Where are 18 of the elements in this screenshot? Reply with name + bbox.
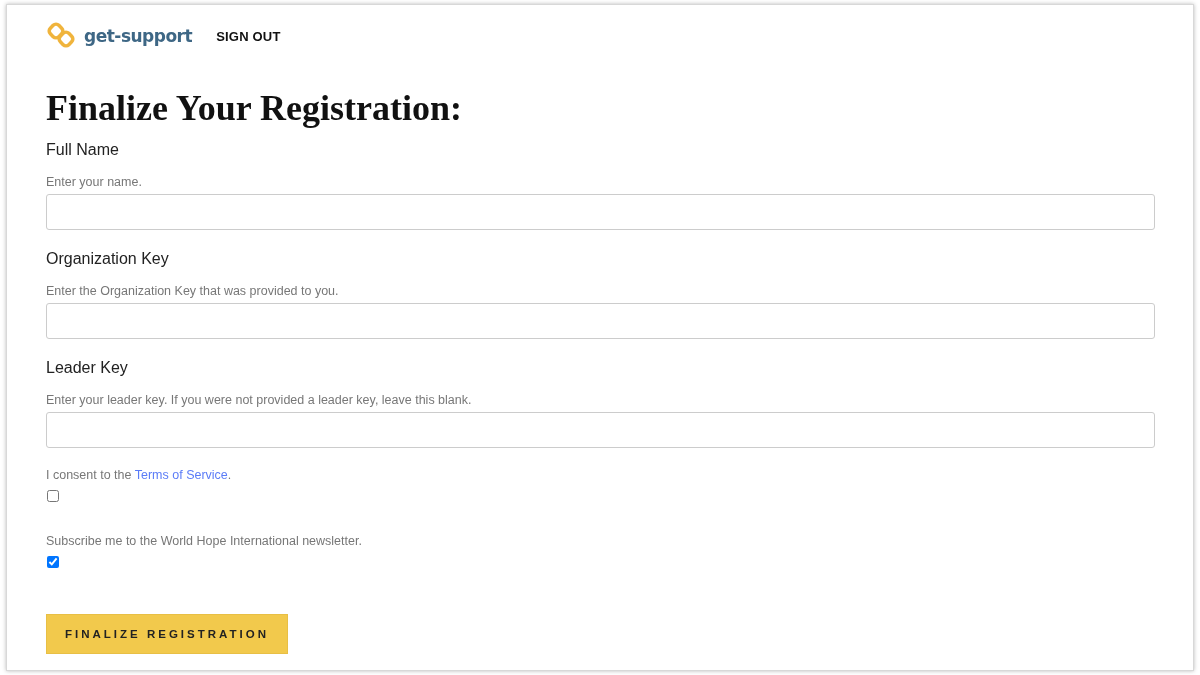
input-field[interactable] bbox=[46, 412, 1155, 448]
checkbox[interactable] bbox=[47, 556, 59, 568]
checkbox-label: I consent to the Terms of Service. bbox=[46, 468, 233, 482]
finalize-registration-button[interactable]: FINALIZE REGISTRATION bbox=[46, 614, 288, 654]
field-label: Full Name bbox=[46, 141, 120, 159]
field-label: Organization Key bbox=[46, 250, 170, 268]
sign-out-link[interactable]: SIGN OUT bbox=[216, 28, 281, 44]
checkbox[interactable] bbox=[47, 490, 59, 502]
field-help-text: Enter the Organization Key that was provided to you. bbox=[46, 284, 340, 298]
field-help-text: Enter your name. bbox=[46, 175, 143, 189]
logo-text: get-support bbox=[84, 26, 193, 46]
input-field[interactable] bbox=[46, 194, 1155, 230]
terms-link[interactable]: Terms of Service bbox=[134, 468, 228, 482]
field-label: Leader Key bbox=[46, 359, 129, 377]
input-field[interactable] bbox=[46, 303, 1155, 339]
page-heading: Finalize Your Registration: bbox=[46, 87, 463, 129]
checkbox-label: Subscribe me to the World Hope International newsletter. bbox=[46, 534, 363, 548]
field-help-text: Enter your leader key. If you were not provided a leader key, leave this blank. bbox=[46, 393, 473, 407]
